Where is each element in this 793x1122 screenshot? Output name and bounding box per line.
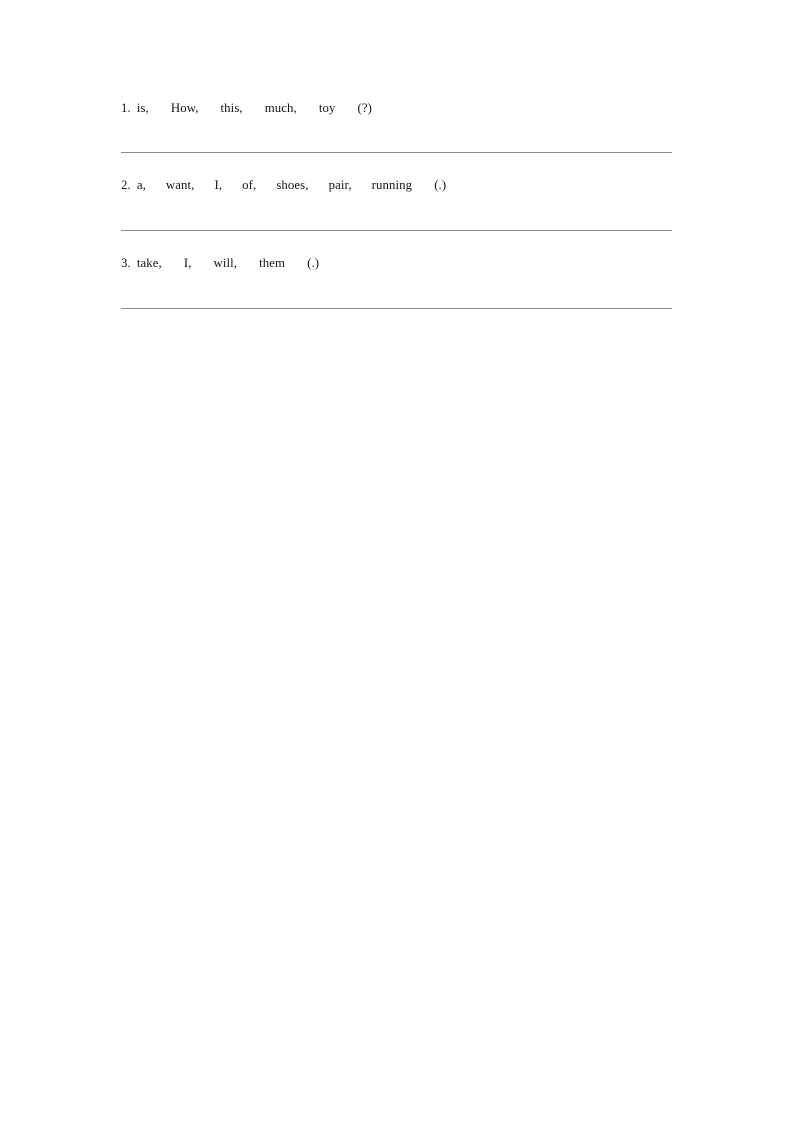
exercise-item: 3. take, I, will, them (.) [121,255,672,309]
word-token: them [259,256,286,270]
punctuation-token: (?) [357,101,373,115]
exercise-item: 2. a, want, I, of, shoes, pair, running (.) [121,177,672,231]
item-number: 1. [121,101,131,115]
exercise-item-2-prompt: 2. a, want, I, of, shoes, pair, running (.) [121,177,672,194]
punctuation-token: (.) [307,256,320,270]
word-token: will, [213,256,238,270]
word-token: running [371,178,413,192]
word-token: is, [136,101,149,115]
answer-line-2[interactable] [121,230,672,231]
item-number: 3. [121,256,131,270]
word-token: much, [264,101,297,115]
word-token: of, [242,178,257,192]
item-number: 2. [121,178,131,192]
word-token: this, [220,101,243,115]
worksheet-page: 1. is, How, this, much, toy (?) 2. a, want, I, of,… [0,0,793,1122]
word-token: I, [183,256,192,270]
word-token: toy [318,101,336,115]
answer-line-1[interactable] [121,152,672,153]
sentence-unscramble-exercise: 1. is, How, this, much, toy (?) 2. a, want, I, of,… [121,100,672,309]
answer-line-3[interactable] [121,308,672,309]
word-token: take, [136,256,162,270]
word-token: want, [165,178,195,192]
word-token: How, [170,101,199,115]
word-token: pair, [328,178,352,192]
punctuation-token: (.) [434,178,447,192]
exercise-item: 1. is, How, this, much, toy (?) [121,100,672,153]
word-token: I, [214,178,223,192]
exercise-item-1-prompt: 1. is, How, this, much, toy (?) [121,100,672,117]
word-token: a, [136,178,146,192]
word-token: shoes, [276,178,309,192]
exercise-item-3-prompt: 3. take, I, will, them (.) [121,255,672,272]
